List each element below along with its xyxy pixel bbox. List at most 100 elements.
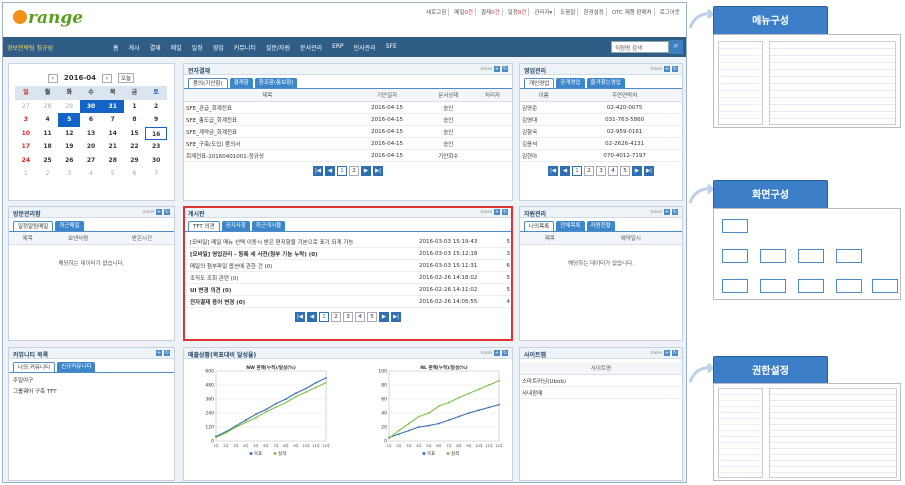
nav-item[interactable]: 메일	[171, 43, 182, 52]
last-page-button[interactable]: ▶|	[391, 312, 401, 322]
table-row[interactable]: 메일의 첨부파일 옵션에 관한 건 (0) 2016-03-03 15:11:31…	[184, 259, 512, 272]
next-page-button[interactable]: ▶	[379, 312, 389, 322]
top-link[interactable]: 환경설정	[581, 8, 607, 16]
first-page-button[interactable]: |◀	[313, 166, 323, 176]
calendar-day[interactable]: 6	[124, 167, 146, 181]
table-row[interactable]: SFE_구축(도입) 품의서 2016-04-15 승인	[184, 137, 512, 150]
nav-item[interactable]: 게시	[129, 43, 140, 52]
refresh-icon[interactable]: ↻	[164, 209, 170, 215]
panel-tab[interactable]: 자원현황	[586, 221, 615, 231]
last-page-button[interactable]: ▶|	[373, 166, 383, 176]
calendar-day[interactable]: 22	[124, 140, 146, 154]
refresh-icon[interactable]: ↻	[502, 66, 508, 72]
calendar-day[interactable]: 19	[58, 140, 80, 154]
nav-item[interactable]: 결재	[150, 43, 161, 52]
panel-tab[interactable]: 결재함	[229, 78, 253, 88]
panel-tab[interactable]: 참조함(통보함)	[254, 78, 298, 88]
calendar-day[interactable]: 7	[102, 113, 124, 127]
calendar-day[interactable]: 2	[37, 167, 59, 181]
refresh-icon[interactable]: ↻	[502, 350, 508, 356]
more-link[interactable]: more	[650, 351, 662, 356]
prev-page-button[interactable]: ◀	[325, 166, 335, 176]
table-row[interactable]: UI 변경 의견 (0) 2016-02-26 14:11:02 5	[184, 283, 512, 296]
community-item[interactable]: 그룹웨어 구축 TFT	[13, 387, 170, 398]
refresh-icon[interactable]: ↻	[672, 209, 678, 215]
plus-icon[interactable]: +	[156, 350, 162, 356]
panel-tab[interactable]: 즐겨찾는영업	[586, 78, 625, 88]
panel-tab[interactable]: 최근메일	[55, 221, 84, 231]
top-link[interactable]: OTC 제품 판매처	[610, 8, 655, 16]
table-row[interactable]: SFE_계약금_회계전표 2016-04-15 승인	[184, 125, 512, 138]
panel-tab[interactable]: 신규커뮤니티	[57, 362, 96, 372]
table-row[interactable]: SFE_관급_회계전표 2016-04-15 승인	[184, 101, 512, 114]
next-page-button[interactable]: ▶	[632, 166, 642, 176]
last-page-button[interactable]: ▶|	[644, 166, 654, 176]
calendar-day[interactable]: 25	[37, 154, 59, 168]
nav-item[interactable]: 인사관리	[354, 43, 376, 52]
calendar-day[interactable]: 14	[102, 127, 124, 141]
calendar-day[interactable]: 4	[37, 113, 59, 127]
top-link[interactable]: 로그아웃	[658, 8, 682, 16]
nav-item[interactable]: 홈	[113, 43, 119, 52]
prev-page-button[interactable]: ◀	[307, 312, 317, 322]
refresh-icon[interactable]: ↻	[502, 209, 508, 215]
table-row[interactable]: 사내판매	[520, 386, 682, 399]
calendar-day[interactable]: 27	[80, 154, 102, 168]
calendar-day[interactable]: 15	[124, 127, 146, 141]
table-row[interactable]: [모바일] 영업관리 - 등록 세 사전(첨부 기능 누락) (0) 2016-0…	[184, 247, 512, 260]
calendar-day[interactable]: 1	[15, 167, 37, 181]
calendar-day[interactable]: 4	[80, 167, 102, 181]
panel-tab[interactable]: 나의 커뮤니티	[13, 362, 56, 372]
calendar-day[interactable]: 7	[145, 167, 167, 181]
panel-tab[interactable]: TFT 의견	[188, 221, 220, 231]
panel-tab[interactable]: 일정알림메일	[13, 221, 54, 231]
calendar-day[interactable]: 3	[58, 167, 80, 181]
calendar-day[interactable]: 27	[15, 100, 37, 114]
page-number[interactable]: 3	[596, 166, 606, 176]
calendar-day[interactable]: 10	[15, 127, 37, 141]
table-row[interactable]: SFE_총도급_회계전표 2016-04-15 승인	[184, 113, 512, 126]
calendar-day[interactable]: 6	[80, 113, 102, 127]
employee-search-input[interactable]: 직원명 검색	[611, 41, 669, 53]
table-row[interactable]: 조직도 조회 관련 (0) 2016-02-26 14:18:02 5	[184, 271, 512, 284]
top-link[interactable]: 결재0건	[479, 8, 503, 16]
page-number[interactable]: 1	[572, 166, 582, 176]
page-number[interactable]: 2	[349, 166, 359, 176]
nav-item[interactable]: SFE	[386, 43, 397, 52]
more-link[interactable]: more	[142, 210, 154, 215]
refresh-icon[interactable]: ↻	[164, 350, 170, 356]
top-link[interactable]: 도움말	[558, 8, 579, 16]
calendar-day[interactable]: 30	[80, 99, 102, 113]
page-number[interactable]: 5	[367, 312, 377, 322]
calendar-day[interactable]: 1	[124, 100, 146, 114]
panel-tab[interactable]: 공지사항	[221, 221, 250, 231]
panel-tab[interactable]: 최근게시물	[251, 221, 286, 231]
table-row[interactable]: 김현아 070-4012-7197	[520, 149, 682, 162]
table-row[interactable]: 김윤석 02-2626-4131	[520, 137, 682, 150]
top-link[interactable]: 일정0건	[506, 8, 530, 16]
plus-icon[interactable]: +	[664, 66, 670, 72]
more-link[interactable]: more	[650, 67, 662, 72]
panel-tab[interactable]: 나의목록	[524, 221, 555, 231]
calendar-day[interactable]: 12	[58, 127, 80, 141]
calendar-day[interactable]: 9	[145, 113, 167, 127]
plus-icon[interactable]: +	[156, 209, 162, 215]
page-number[interactable]: 5	[620, 166, 630, 176]
more-link[interactable]: more	[650, 210, 662, 215]
page-number[interactable]: 2	[584, 166, 594, 176]
page-number[interactable]: 4	[355, 312, 365, 322]
calendar-day[interactable]: 23	[145, 140, 167, 154]
first-page-button[interactable]: |◀	[548, 166, 558, 176]
calendar-day[interactable]: 21	[102, 140, 124, 154]
calendar-day[interactable]: 28	[37, 100, 59, 114]
calendar-day[interactable]: 28	[102, 154, 124, 168]
page-number[interactable]: 1	[337, 166, 347, 176]
plus-icon[interactable]: +	[494, 209, 500, 215]
calendar-day[interactable]: 5	[102, 167, 124, 181]
plus-icon[interactable]: +	[494, 350, 500, 356]
nav-item[interactable]: 커뮤니티	[234, 43, 256, 52]
page-number[interactable]: 1	[319, 312, 329, 322]
first-page-button[interactable]: |◀	[295, 312, 305, 322]
top-link[interactable]: 관리자▾	[532, 8, 556, 16]
table-row[interactable]: [모바일] 메일 메뉴 선택 이동시 받은 편지함을 기본으로 표기 되게 가능…	[184, 236, 512, 248]
